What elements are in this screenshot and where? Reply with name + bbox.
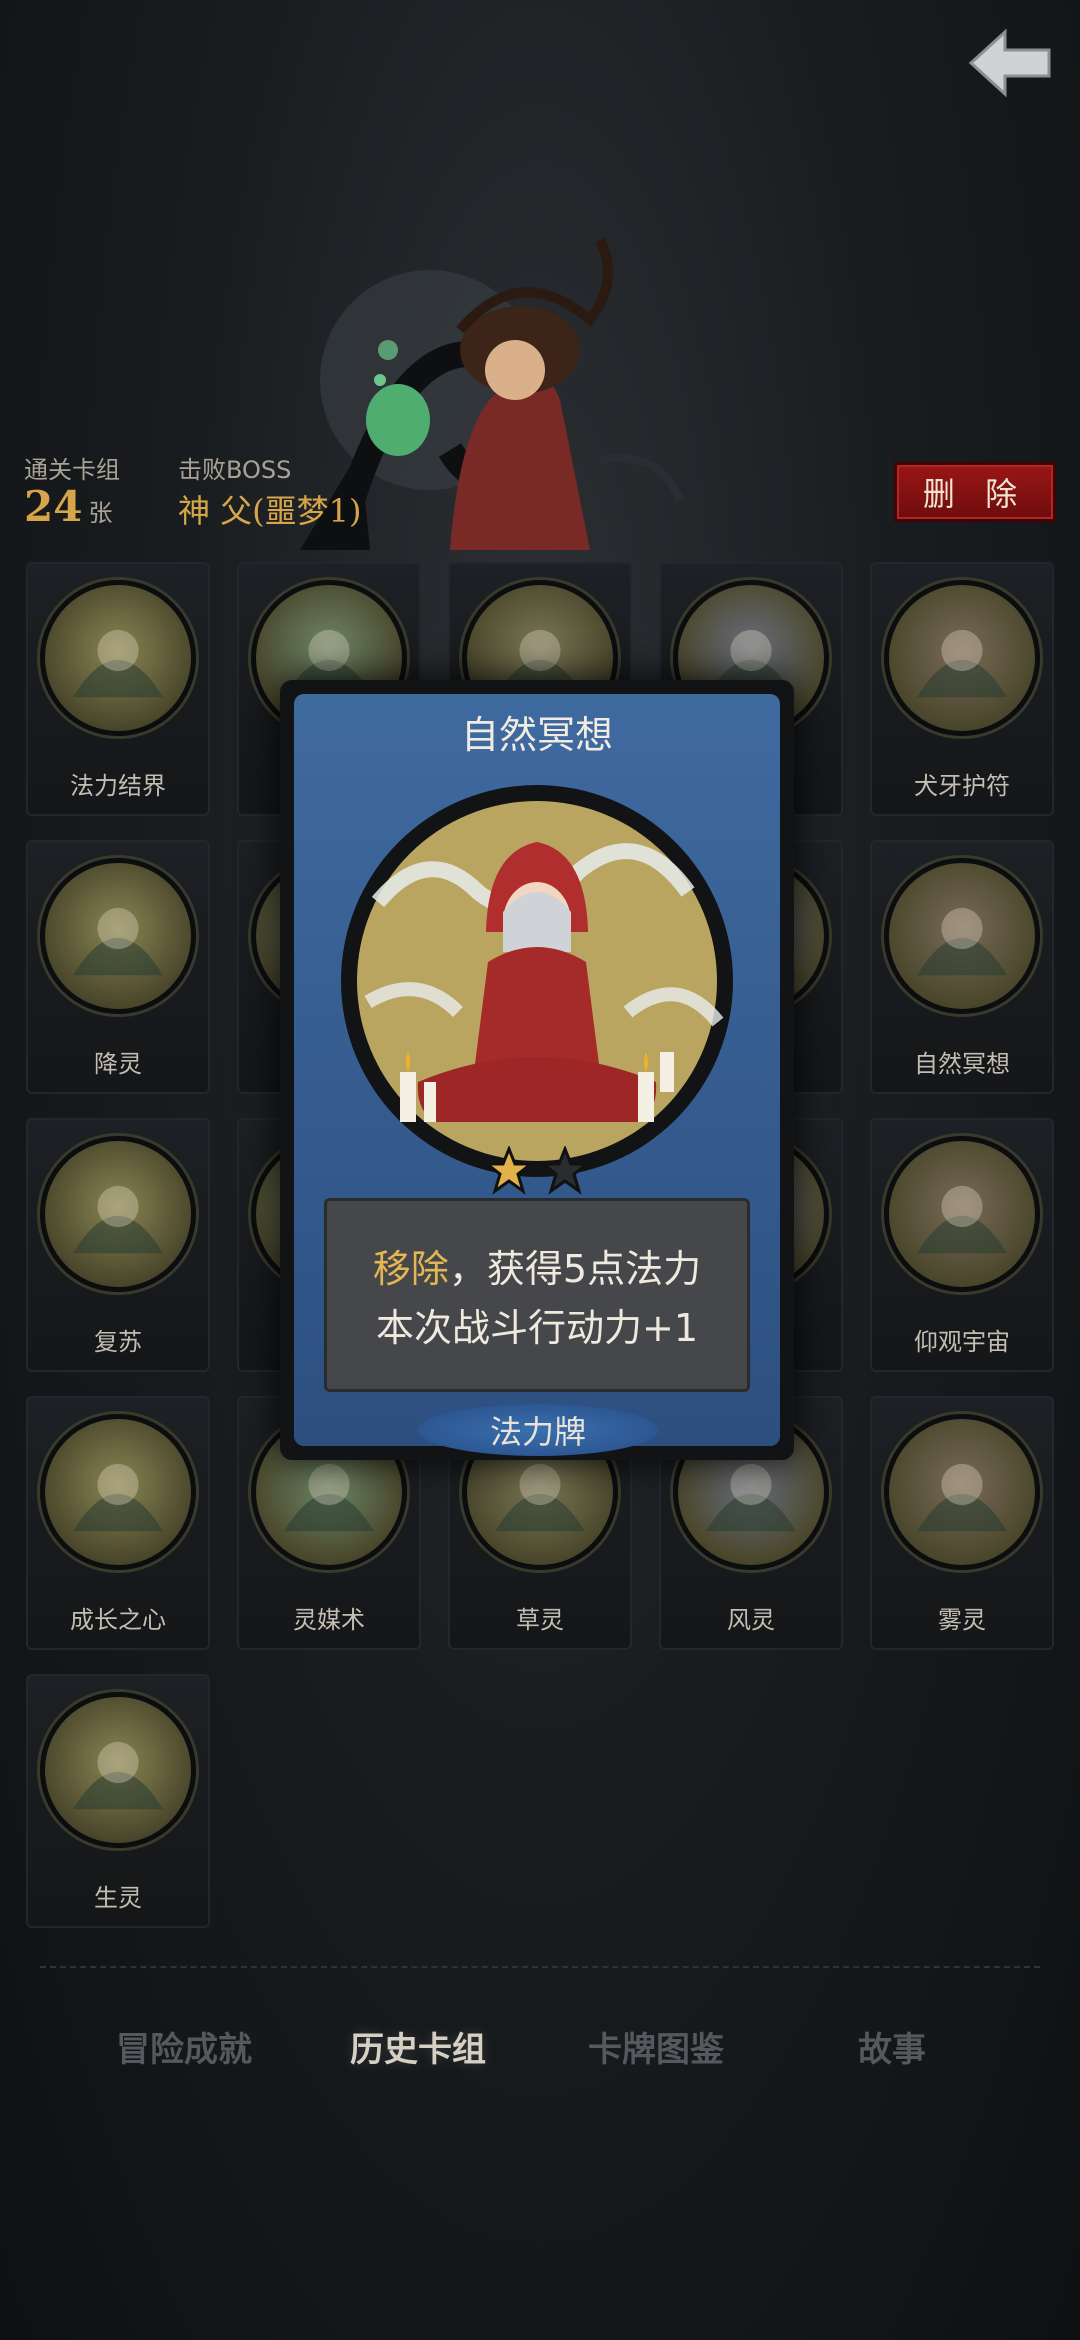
card-art-icon xyxy=(40,1136,196,1292)
delete-button[interactable]: 删 除 xyxy=(894,462,1056,522)
deck-card-tile[interactable]: 仰观宇宙 xyxy=(870,1118,1054,1372)
card-art-icon xyxy=(40,580,196,736)
card-art-icon xyxy=(884,858,1040,1014)
card-name: 雾灵 xyxy=(938,1606,986,1634)
deck-card-tile[interactable]: 法力结界 xyxy=(26,562,210,816)
card-description-line1: 移除，获得5点法力 xyxy=(373,1238,701,1293)
deck-count-unit: 张 xyxy=(88,499,113,527)
card-art-icon xyxy=(40,1414,196,1570)
card-title: 自然冥想 xyxy=(460,713,613,757)
card-type-badge: 法力牌 xyxy=(418,1404,658,1456)
deck-count: 24 张 xyxy=(24,482,112,531)
star-filled-icon xyxy=(484,1146,534,1195)
deck-card-tile[interactable]: 雾灵 xyxy=(870,1396,1054,1650)
card-rarity-stars xyxy=(484,1146,590,1196)
card-name: 风灵 xyxy=(727,1606,775,1634)
card-name: 仰观宇宙 xyxy=(914,1328,1010,1356)
card-name: 草灵 xyxy=(516,1606,564,1634)
deck-card-tile[interactable]: 犬牙护符 xyxy=(870,562,1054,816)
tab-story[interactable]: 故事 xyxy=(858,2022,926,2071)
back-button[interactable] xyxy=(960,18,1060,108)
card-detail-popup[interactable]: 自然冥想 移除，获得5点法力 本次战斗行动力+1 法力牌 xyxy=(280,680,794,1460)
card-keyword: 移除 xyxy=(372,1247,449,1291)
card-art-meditating-girl xyxy=(341,785,733,1177)
card-art-icon xyxy=(40,1692,196,1848)
star-empty-icon xyxy=(540,1146,590,1195)
card-frame: 自然冥想 移除，获得5点法力 本次战斗行动力+1 法力牌 xyxy=(294,694,780,1456)
card-name: 降灵 xyxy=(94,1050,142,1078)
card-name: 自然冥想 xyxy=(914,1050,1010,1078)
tab-card-compendium[interactable]: 卡牌图鉴 xyxy=(588,2022,724,2071)
card-description: 移除，获得5点法力 本次战斗行动力+1 xyxy=(324,1198,750,1392)
card-name: 法力结界 xyxy=(70,772,166,800)
card-art-icon xyxy=(884,580,1040,736)
boss-illustration xyxy=(300,200,860,550)
card-art-icon xyxy=(884,1414,1040,1570)
deck-card-tile[interactable]: 自然冥想 xyxy=(870,840,1054,1094)
deck-count-number: 24 xyxy=(24,482,83,531)
card-name: 复苏 xyxy=(94,1328,142,1356)
bottom-tabs: 冒险成就 历史卡组 卡牌图鉴 故事 xyxy=(0,2022,1080,2072)
card-name: 成长之心 xyxy=(70,1606,166,1634)
card-art-icon xyxy=(884,1136,1040,1292)
boss-name: 神 父(噩梦1) xyxy=(178,492,362,530)
card-name: 生灵 xyxy=(94,1884,142,1912)
deck-card-tile[interactable]: 成长之心 xyxy=(26,1396,210,1650)
card-name: 犬牙护符 xyxy=(914,772,1010,800)
deck-card-tile[interactable]: 降灵 xyxy=(26,840,210,1094)
card-description-line2: 本次战斗行动力+1 xyxy=(375,1306,699,1350)
card-effect-text: ，获得5点法力 xyxy=(448,1247,702,1291)
boss-label: 击败BOSS xyxy=(178,456,292,484)
deck-card-tile[interactable]: 生灵 xyxy=(26,1674,210,1928)
deck-count-label: 通关卡组 xyxy=(24,456,120,484)
tab-history-deck[interactable]: 历史卡组 xyxy=(350,2022,486,2071)
tabs-divider xyxy=(40,1966,1040,1968)
card-name: 灵媒术 xyxy=(293,1606,365,1634)
deck-card-tile[interactable]: 复苏 xyxy=(26,1118,210,1372)
tab-adventure-achievements[interactable]: 冒险成就 xyxy=(116,2022,252,2071)
card-art-icon xyxy=(40,858,196,1014)
arrow-left-icon xyxy=(968,28,1051,98)
